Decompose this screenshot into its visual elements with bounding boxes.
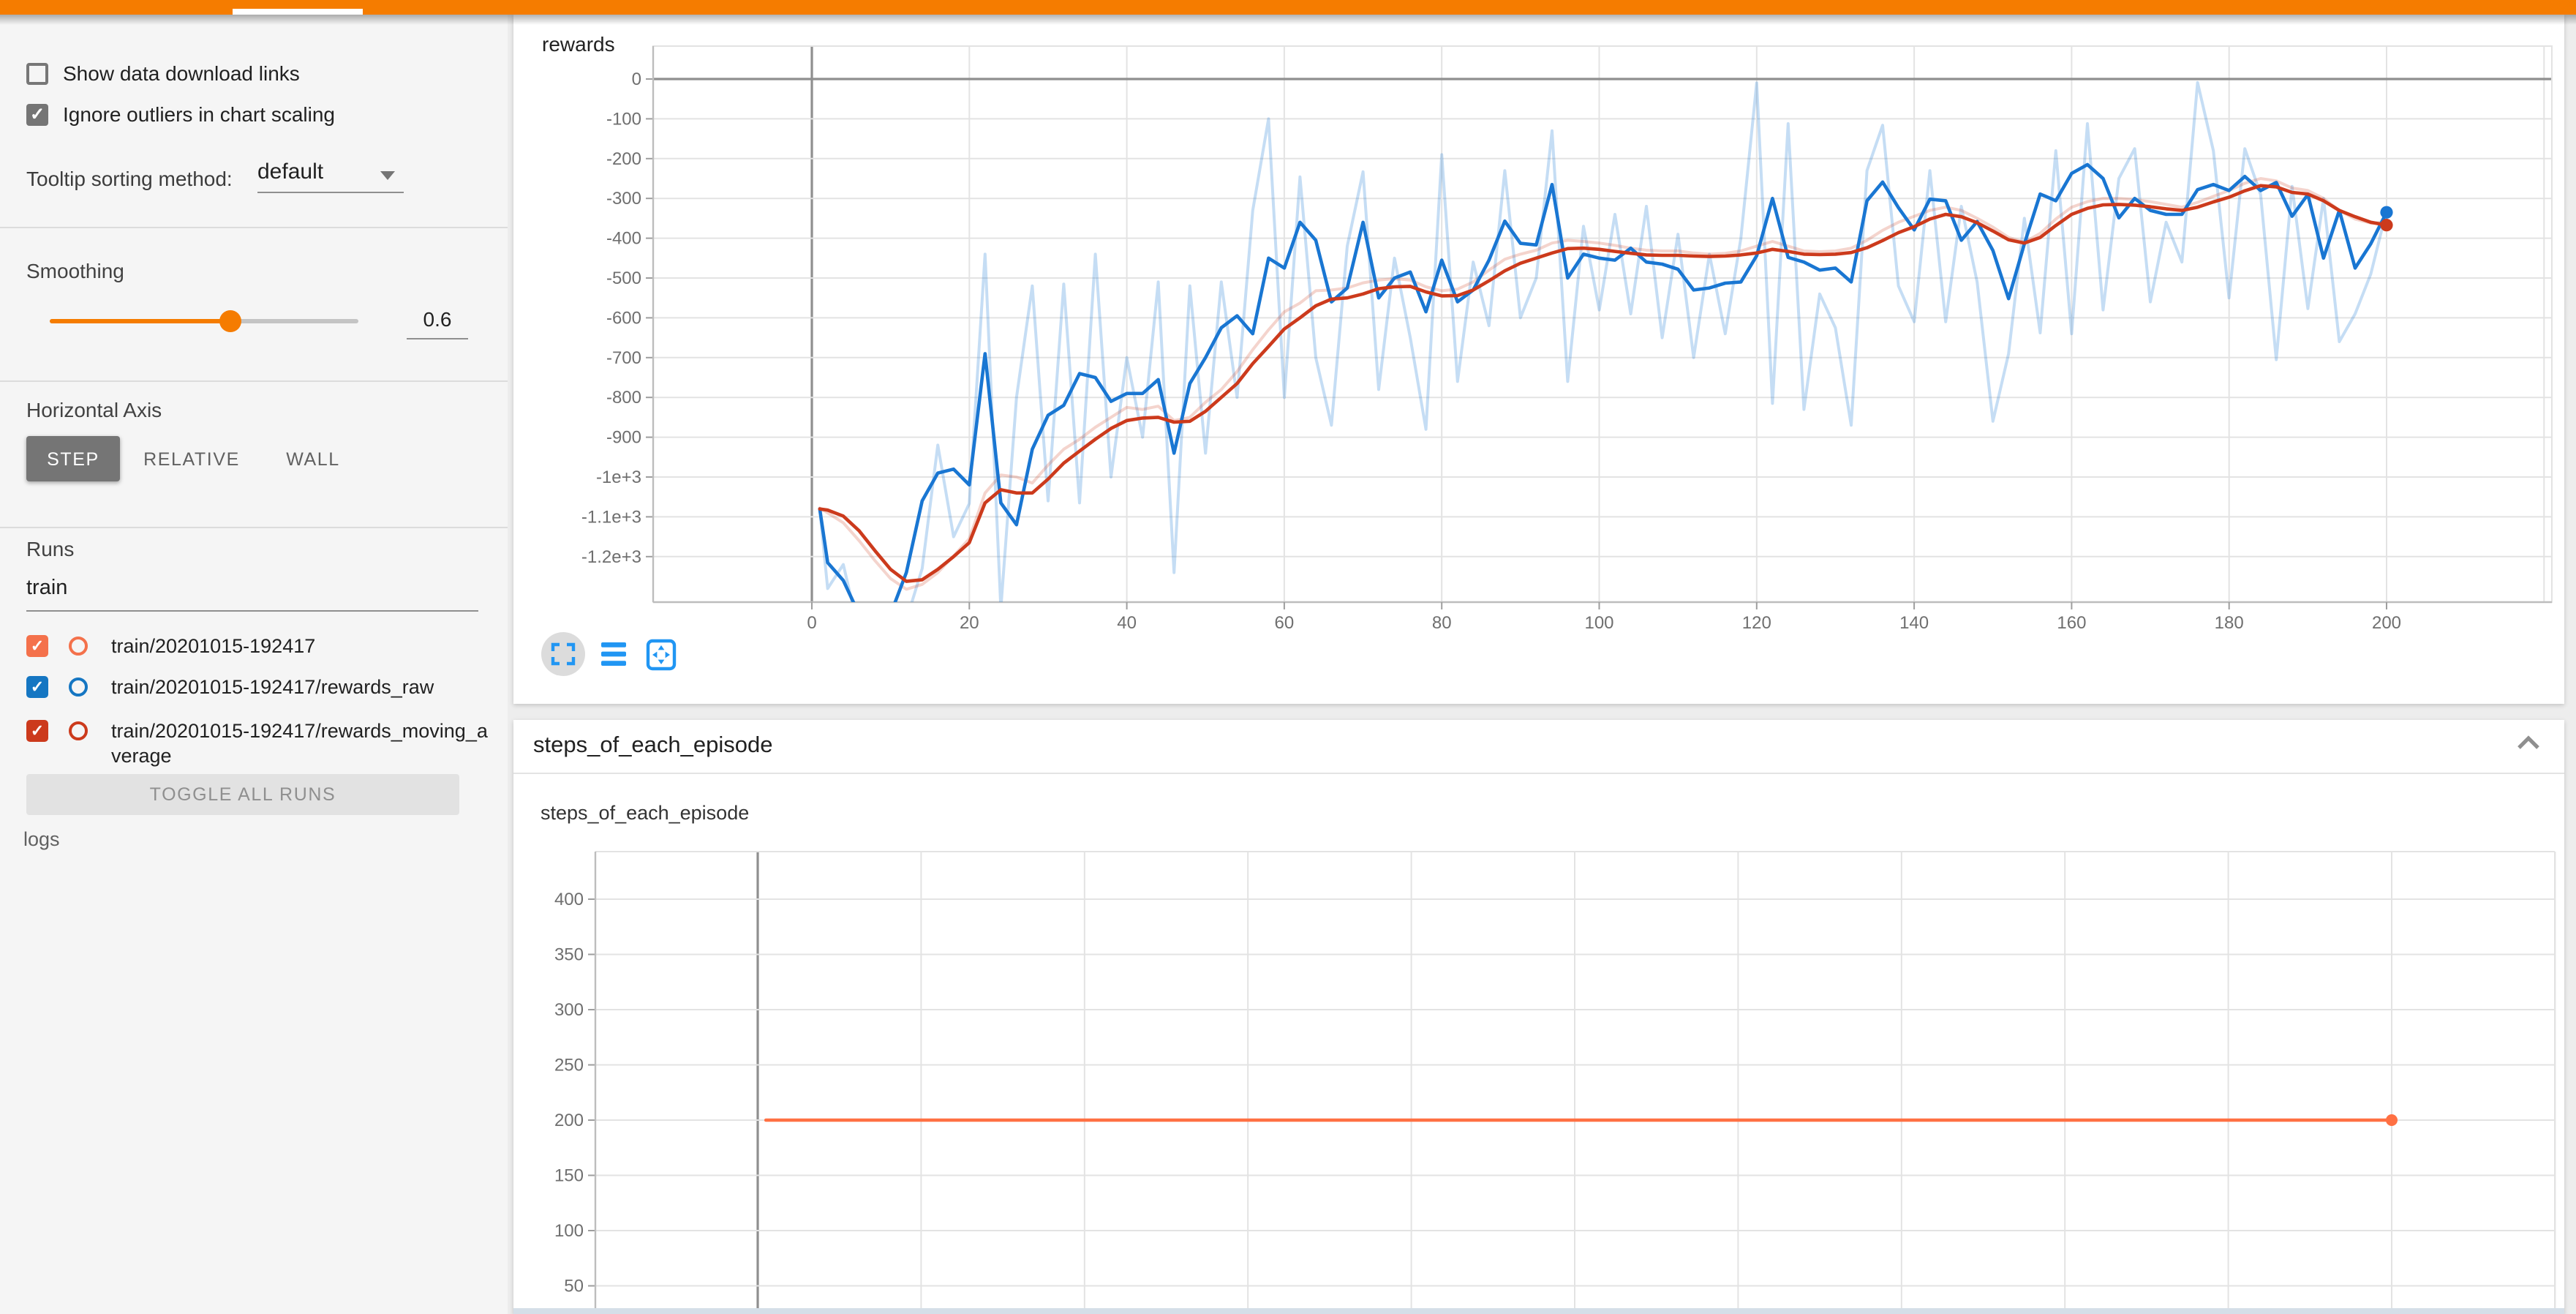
smoothing-slider-fill — [50, 319, 231, 323]
svg-text:80: 80 — [1431, 613, 1451, 633]
svg-text:300: 300 — [554, 1000, 583, 1020]
app-header-bar — [0, 0, 2576, 15]
run-color-circle[interactable] — [69, 721, 88, 740]
svg-text:-1e+3: -1e+3 — [595, 468, 641, 487]
ignore-outliers-checkbox[interactable]: ✓ — [26, 103, 48, 125]
run-row[interactable]: ✓ train/20201015-192417/rewards_raw — [26, 676, 489, 700]
header-shadow — [0, 15, 2576, 25]
svg-text:0: 0 — [806, 613, 816, 633]
svg-text:-100: -100 — [606, 109, 641, 129]
runs-filter-input[interactable] — [26, 577, 478, 612]
divider — [0, 380, 508, 382]
svg-text:200: 200 — [2371, 613, 2400, 633]
bottom-edge — [513, 1308, 2564, 1314]
svg-text:100: 100 — [554, 1221, 583, 1241]
run-checkbox[interactable]: ✓ — [26, 676, 48, 698]
runs-label: Runs — [26, 537, 74, 560]
icon-hover-circle — [541, 632, 584, 676]
svg-text:200: 200 — [554, 1111, 583, 1130]
chart-toolbar — [533, 629, 709, 688]
data-table-icon[interactable] — [600, 642, 625, 666]
run-checkbox[interactable]: ✓ — [26, 720, 48, 742]
steps-chart[interactable]: 400 350 300 250 200 150 100 50 — [513, 720, 2564, 1314]
svg-text:100: 100 — [1583, 613, 1613, 633]
tensorboard-app: Show data download links ✓ Ignore outlie… — [0, 0, 2576, 1314]
ignore-outliers-label: Ignore outliers in chart scaling — [63, 102, 335, 126]
smoothing-value[interactable]: 0.6 — [407, 307, 468, 339]
svg-text:-300: -300 — [606, 189, 641, 209]
run-label: train/20201015-192417 — [111, 635, 489, 659]
rewards-chart[interactable]: 0 -100 -200 -300 -400 -500 -600 -700 -800 -900 -1e… — [513, 15, 2564, 704]
svg-text:-900: -900 — [606, 428, 641, 448]
logs-label: logs — [23, 828, 60, 850]
smoothing-slider[interactable] — [50, 319, 358, 323]
rewards-chart-card: rewards 0-100-200-300-400-500-600-700-80… — [513, 15, 2564, 704]
svg-text:-500: -500 — [606, 269, 641, 288]
svg-text:-1.2e+3: -1.2e+3 — [581, 547, 641, 567]
run-label: train/20201015-192417/rewards_raw — [111, 676, 489, 700]
svg-text:0: 0 — [631, 70, 641, 89]
toggle-all-runs-button[interactable]: TOGGLE ALL RUNS — [26, 774, 459, 815]
chevron-down-icon — [380, 171, 395, 180]
show-download-links-checkbox[interactable] — [26, 62, 48, 84]
divider — [0, 227, 508, 228]
svg-text:50: 50 — [563, 1277, 583, 1296]
tooltip-sorting-value: default — [257, 159, 323, 184]
axis-step-button[interactable]: STEP — [26, 436, 120, 481]
svg-text:-700: -700 — [606, 348, 641, 368]
axis-relative-button[interactable]: RELATIVE — [132, 436, 252, 481]
fit-domain-icon[interactable] — [647, 641, 674, 669]
run-label: train/20201015-192417/rewards_moving_ave… — [111, 720, 489, 768]
run-row[interactable]: ✓ train/20201015-192417 — [26, 635, 489, 659]
svg-text:-1.1e+3: -1.1e+3 — [581, 507, 641, 527]
svg-text:250: 250 — [554, 1056, 583, 1075]
smoothing-slider-knob[interactable] — [219, 310, 241, 332]
run-color-circle[interactable] — [69, 677, 88, 697]
svg-text:150: 150 — [554, 1166, 583, 1186]
svg-text:180: 180 — [2214, 613, 2243, 633]
axis-wall-button[interactable]: WALL — [272, 436, 354, 481]
svg-text:120: 120 — [1741, 613, 1771, 633]
svg-text:-400: -400 — [606, 229, 641, 249]
steps-section-card: steps_of_each_episode steps_of_each_epis… — [513, 720, 2564, 1314]
svg-text:-600: -600 — [606, 308, 641, 328]
svg-text:400: 400 — [554, 890, 583, 909]
svg-text:140: 140 — [1899, 613, 1928, 633]
svg-text:160: 160 — [2056, 613, 2085, 633]
active-tab-indicator — [233, 9, 363, 15]
svg-text:40: 40 — [1116, 613, 1136, 633]
ignore-outliers-row[interactable]: ✓ Ignore outliers in chart scaling — [26, 102, 335, 126]
run-color-circle[interactable] — [69, 637, 88, 656]
svg-text:-800: -800 — [606, 388, 641, 408]
svg-text:350: 350 — [554, 945, 583, 965]
tooltip-sorting-label: Tooltip sorting method: — [26, 167, 233, 190]
horizontal-axis-label: Horizontal Axis — [26, 398, 162, 421]
smoothing-label: Smoothing — [26, 259, 124, 282]
divider — [0, 527, 508, 528]
svg-text:-200: -200 — [606, 149, 641, 169]
run-checkbox[interactable]: ✓ — [26, 635, 48, 657]
settings-sidebar: Show data download links ✓ Ignore outlie… — [0, 15, 508, 1314]
svg-text:20: 20 — [959, 613, 979, 633]
show-download-links-label: Show data download links — [63, 61, 300, 85]
show-download-links-row[interactable]: Show data download links — [26, 61, 300, 85]
tooltip-sorting-dropdown[interactable]: default — [257, 159, 404, 193]
svg-text:60: 60 — [1274, 613, 1294, 633]
run-row[interactable]: ✓ train/20201015-192417/rewards_moving_av… — [26, 720, 489, 768]
